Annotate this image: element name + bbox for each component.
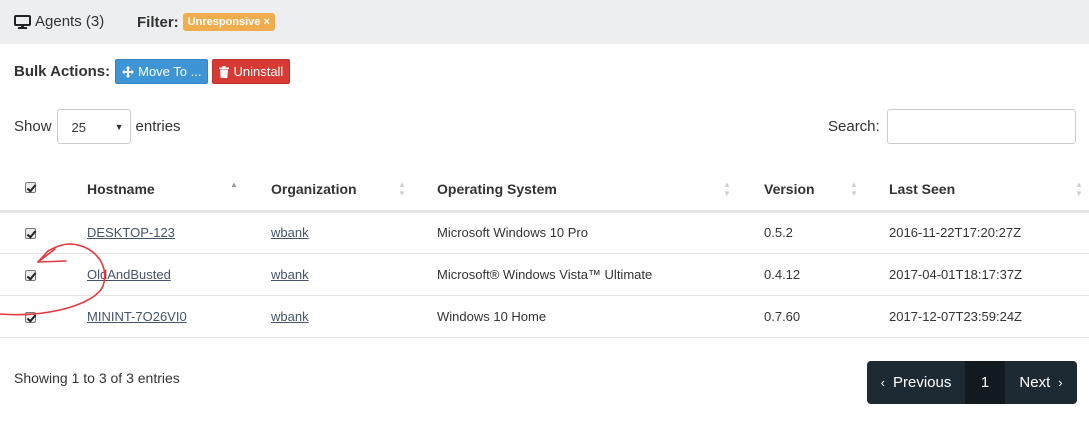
filter-group: Filter: Unresponsive × bbox=[137, 13, 275, 31]
next-label: Next bbox=[1019, 374, 1051, 391]
column-header-hostname[interactable]: Hostname ▲ bbox=[87, 168, 271, 213]
version-cell: 0.5.2 bbox=[764, 211, 889, 254]
row-select-cell bbox=[0, 211, 87, 254]
row-select-cell bbox=[0, 295, 87, 338]
move-to-label: Move To ... bbox=[138, 64, 202, 79]
table-row: OldAndBusted wbank Microsoft® Windows Vi… bbox=[0, 253, 1089, 296]
previous-label: Previous bbox=[892, 374, 952, 391]
show-label: Show bbox=[14, 118, 52, 135]
column-label-operating-system: Operating System bbox=[437, 180, 557, 197]
hostname-cell: OldAndBusted bbox=[87, 253, 271, 296]
hostname-link[interactable]: DESKTOP-123 bbox=[87, 225, 175, 240]
page-length-control: Show 25 ▼ entries bbox=[14, 109, 181, 144]
bulk-actions-label: Bulk Actions: bbox=[14, 63, 111, 80]
chevron-right-icon: › bbox=[1058, 375, 1063, 390]
column-header-version[interactable]: Version ▲ ▼ bbox=[764, 168, 889, 213]
chevron-left-icon: ‹ bbox=[880, 375, 885, 390]
row-select-cell bbox=[0, 253, 87, 296]
sort-icon: ▲ ▼ bbox=[850, 180, 858, 198]
hostname-cell: DESKTOP-123 bbox=[87, 211, 271, 254]
organization-link[interactable]: wbank bbox=[271, 225, 309, 240]
organization-link[interactable]: wbank bbox=[271, 267, 309, 282]
version-cell: 0.4.12 bbox=[764, 253, 889, 296]
filter-label: Filter: bbox=[137, 13, 179, 31]
organization-link[interactable]: wbank bbox=[271, 309, 309, 324]
row-checkbox[interactable] bbox=[25, 269, 36, 281]
uninstall-button[interactable]: Uninstall bbox=[212, 59, 291, 84]
next-page-button[interactable]: Next › bbox=[1005, 361, 1077, 404]
page-1-button[interactable]: 1 bbox=[965, 361, 1005, 404]
column-label-organization: Organization bbox=[271, 180, 357, 197]
select-all-header bbox=[0, 168, 87, 213]
top-bar: Agents (3) Filter: Unresponsive × bbox=[0, 0, 1089, 44]
column-label-last-seen: Last Seen bbox=[889, 180, 956, 197]
search-control: Search: bbox=[828, 109, 1076, 144]
monitor-icon bbox=[14, 14, 31, 29]
table-row: MININT-7O26VI0 wbank Windows 10 Home 0.7… bbox=[0, 295, 1089, 338]
pagination: ‹ Previous 1 Next › bbox=[867, 361, 1077, 404]
hostname-link[interactable]: MININT-7O26VI0 bbox=[87, 309, 187, 324]
agents-count-label: Agents (3) bbox=[35, 13, 105, 30]
bulk-actions: Bulk Actions: Move To ... Uninstall bbox=[14, 59, 294, 84]
last-seen-cell: 2017-04-01T18:17:37Z bbox=[889, 253, 1089, 296]
table-info: Showing 1 to 3 of 3 entries bbox=[14, 370, 180, 386]
agents-heading: Agents (3) bbox=[14, 13, 104, 30]
version-cell: 0.7.60 bbox=[764, 295, 889, 338]
column-label-version: Version bbox=[764, 180, 815, 197]
sort-asc-icon: ▲ bbox=[230, 180, 238, 189]
search-label: Search: bbox=[828, 118, 880, 135]
hostname-cell: MININT-7O26VI0 bbox=[87, 295, 271, 338]
sort-icon: ▲ ▼ bbox=[398, 180, 406, 198]
table-row: DESKTOP-123 wbank Microsoft Windows 10 P… bbox=[0, 211, 1089, 254]
os-cell: Windows 10 Home bbox=[437, 295, 764, 338]
column-header-last-seen[interactable]: Last Seen ▲ ▼ bbox=[889, 168, 1089, 213]
move-arrows-icon bbox=[122, 65, 135, 78]
entries-per-page-value: 25 bbox=[71, 120, 86, 135]
entries-per-page-select[interactable]: 25 ▼ bbox=[56, 109, 131, 144]
column-label-hostname: Hostname bbox=[87, 180, 155, 197]
filter-badge-unresponsive[interactable]: Unresponsive × bbox=[182, 13, 275, 31]
trash-icon bbox=[219, 65, 230, 78]
row-checkbox[interactable] bbox=[25, 228, 36, 240]
organization-cell: wbank bbox=[271, 295, 437, 338]
last-seen-cell: 2017-12-07T23:59:24Z bbox=[889, 295, 1089, 338]
sort-icon: ▲ ▼ bbox=[1075, 180, 1083, 198]
last-seen-cell: 2016-11-22T17:20:27Z bbox=[889, 211, 1089, 254]
row-checkbox[interactable] bbox=[25, 311, 36, 323]
os-cell: Microsoft® Windows Vista™ Ultimate bbox=[437, 253, 764, 296]
select-all-checkbox[interactable] bbox=[25, 181, 36, 193]
os-cell: Microsoft Windows 10 Pro bbox=[437, 211, 764, 254]
entries-label: entries bbox=[135, 118, 181, 135]
column-header-organization[interactable]: Organization ▲ ▼ bbox=[271, 168, 437, 213]
search-input[interactable] bbox=[886, 109, 1076, 144]
caret-down-icon: ▼ bbox=[114, 122, 124, 132]
table-header-row: Hostname ▲ Organization ▲ ▼ Operating Sys… bbox=[0, 168, 1089, 213]
organization-cell: wbank bbox=[271, 253, 437, 296]
column-header-operating-system[interactable]: Operating System ▲ ▼ bbox=[437, 168, 764, 213]
hostname-link[interactable]: OldAndBusted bbox=[87, 267, 171, 282]
sort-icon: ▲ ▼ bbox=[723, 180, 731, 198]
previous-page-button[interactable]: ‹ Previous bbox=[867, 361, 965, 404]
move-to-button[interactable]: Move To ... bbox=[115, 59, 209, 84]
agents-table: Hostname ▲ Organization ▲ ▼ Operating Sys… bbox=[0, 168, 1089, 338]
uninstall-label: Uninstall bbox=[233, 64, 284, 79]
organization-cell: wbank bbox=[271, 211, 437, 254]
